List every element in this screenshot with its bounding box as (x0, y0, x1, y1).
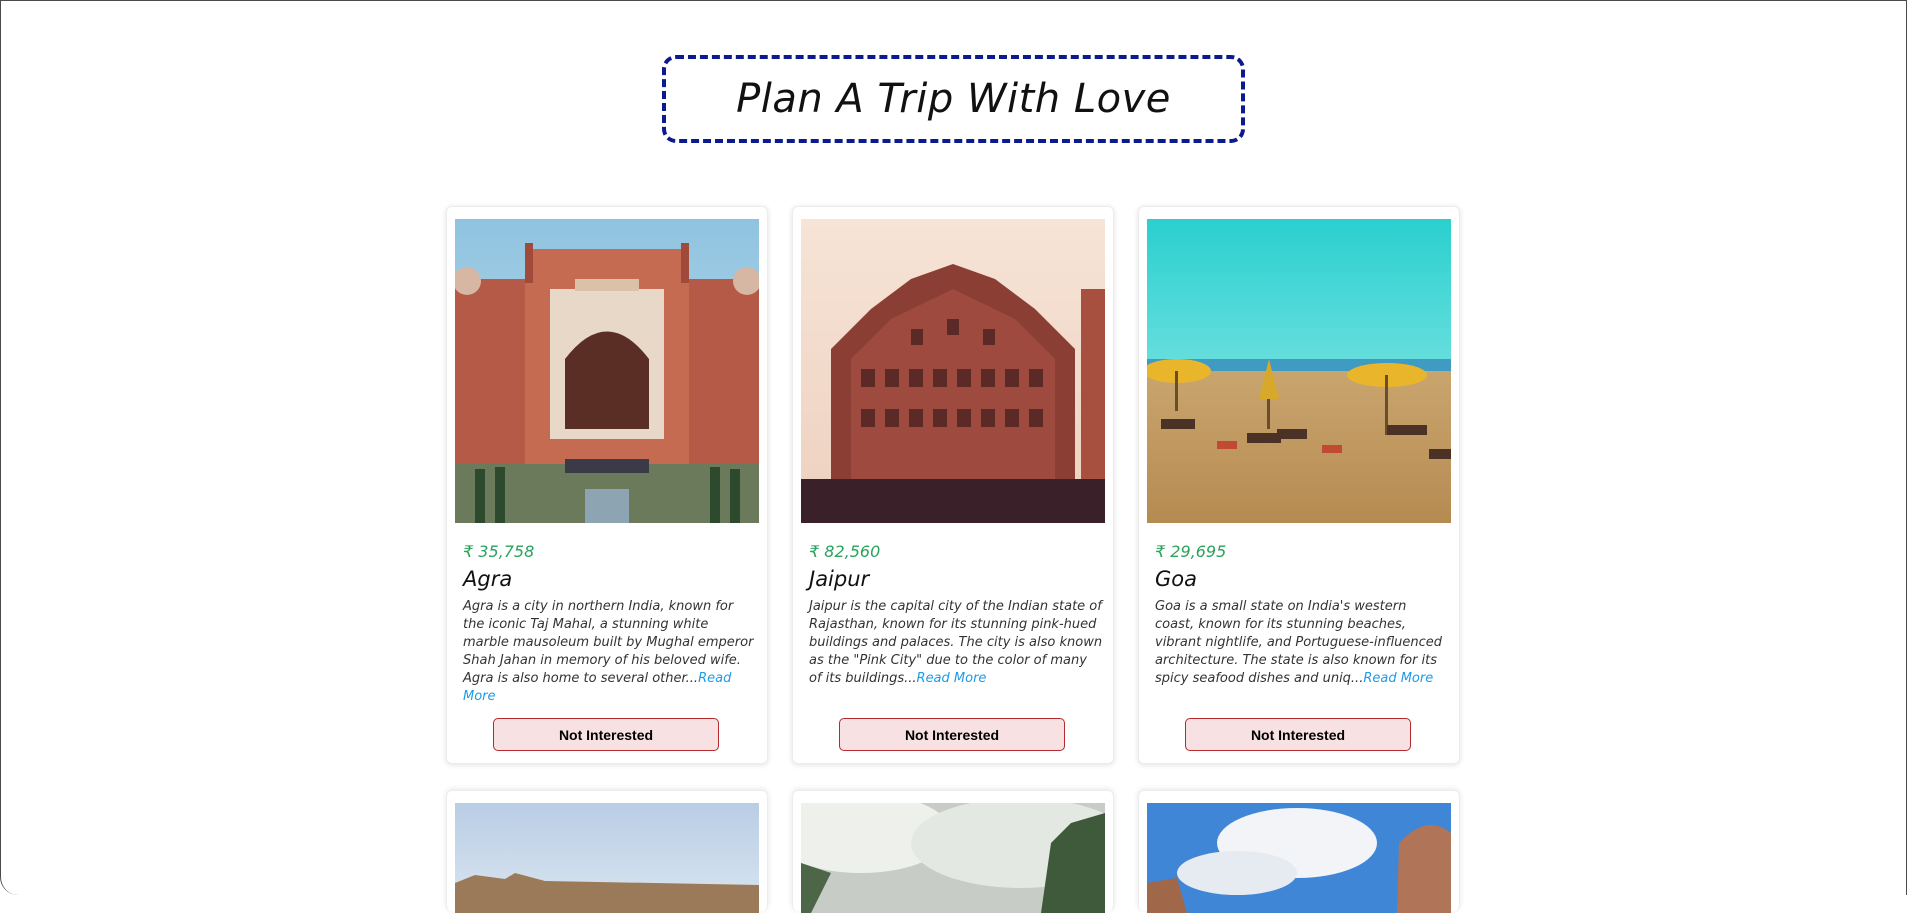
tour-price: ₹ 29,695 (1155, 542, 1227, 561)
not-interested-button[interactable]: Not Interested (493, 718, 719, 751)
hawa-mahal-photo (801, 219, 1105, 523)
tour-name: Agra (463, 567, 513, 591)
read-more-link[interactable]: Read More (1363, 671, 1433, 686)
tour-price: ₹ 35,758 (463, 542, 535, 561)
tour-card-goa: ₹ 29,695 Goa Goa is a small state on Ind… (1138, 206, 1460, 764)
tour-grid: ₹ 35,758 Agra Agra is a city in northern… (446, 206, 1460, 913)
tour-card-jaipur: ₹ 82,560 Jaipur Jaipur is the capital ci… (792, 206, 1114, 764)
tour-card-partial (1138, 790, 1460, 913)
not-interested-button[interactable]: Not Interested (1185, 718, 1411, 751)
palace-sky-photo (1147, 803, 1451, 913)
tour-card-partial (792, 790, 1114, 913)
hill-fort-photo (455, 803, 759, 913)
tour-description: Agra is a city in northern India, known … (463, 598, 757, 706)
page-title-box: Plan A Trip With Love (662, 55, 1245, 143)
tour-card-agra: ₹ 35,758 Agra Agra is a city in northern… (446, 206, 768, 764)
tour-card-partial (446, 790, 768, 913)
goa-beach-photo (1147, 219, 1451, 523)
read-more-link[interactable]: Read More (917, 671, 987, 686)
not-interested-button[interactable]: Not Interested (839, 718, 1065, 751)
tour-description: Goa is a small state on India's western … (1155, 598, 1449, 688)
tour-price: ₹ 82,560 (809, 542, 881, 561)
tour-description: Jaipur is the capital city of the Indian… (809, 598, 1103, 688)
misty-hills-photo (801, 803, 1105, 913)
tour-name: Jaipur (809, 567, 870, 591)
tour-name: Goa (1155, 567, 1197, 591)
agra-gate-photo (455, 219, 759, 523)
page-title: Plan A Trip With Love (736, 76, 1171, 122)
